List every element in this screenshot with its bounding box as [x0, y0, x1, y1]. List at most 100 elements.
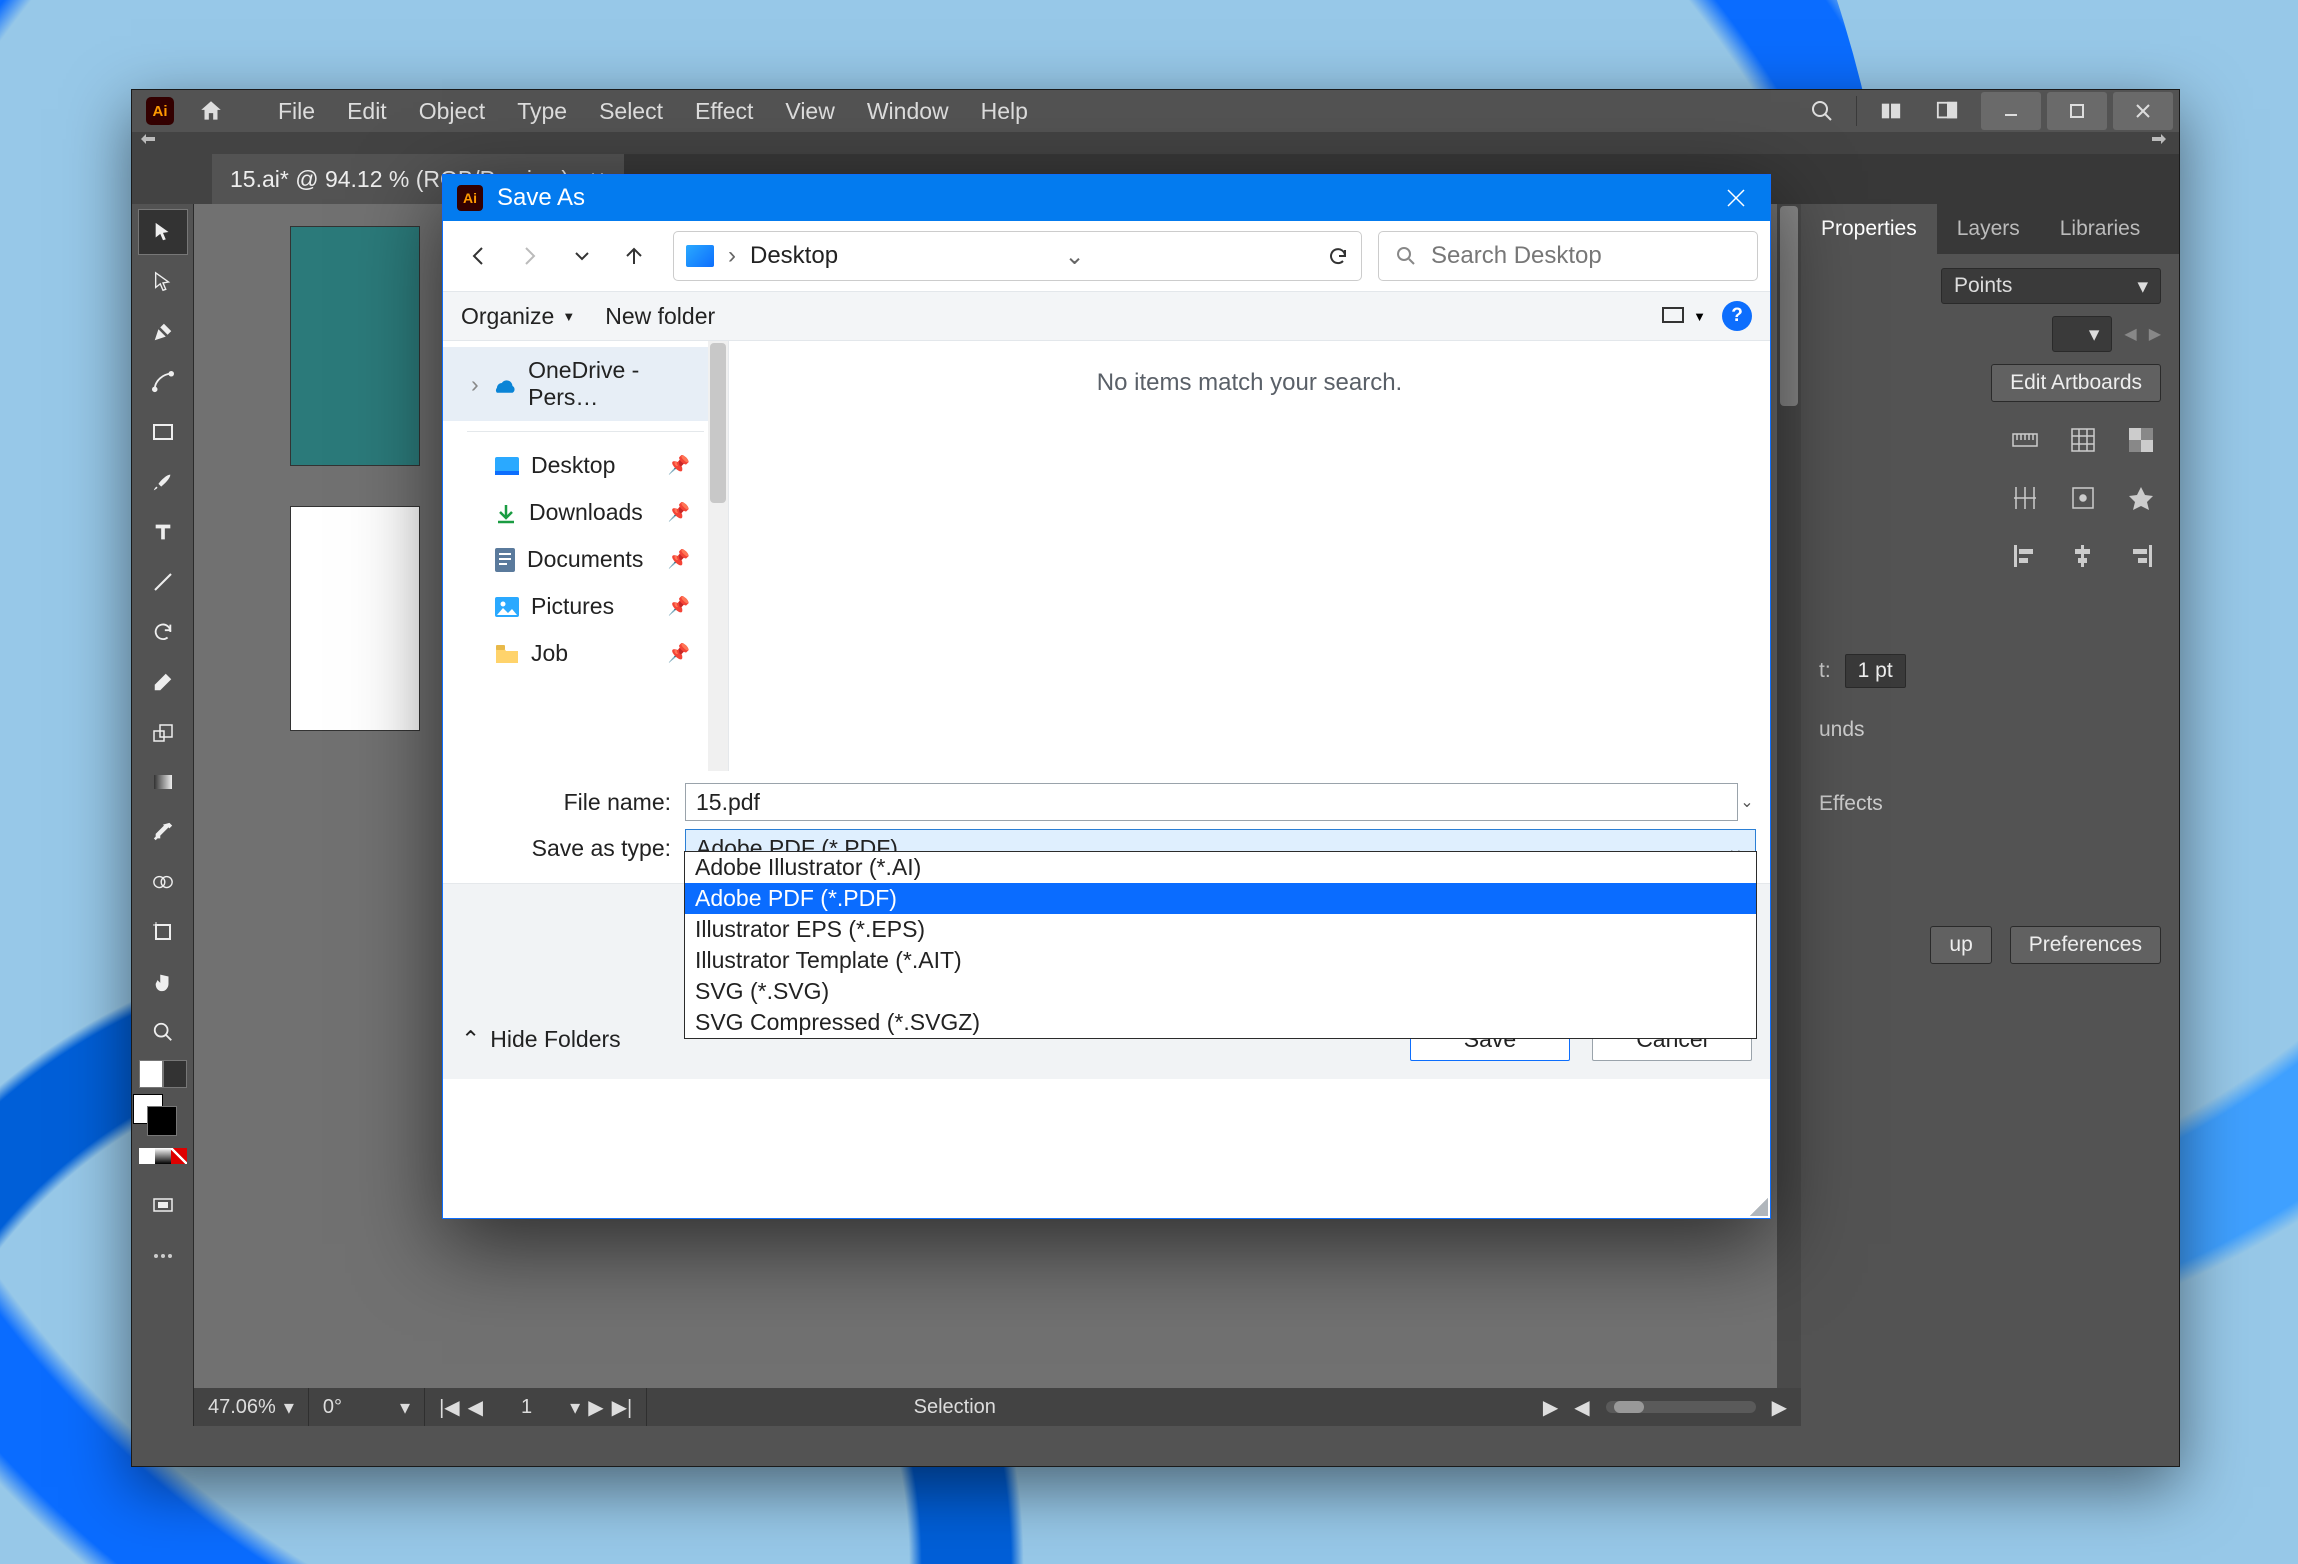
type-tool-icon[interactable]: [139, 510, 187, 554]
selection-tool-icon[interactable]: [139, 210, 187, 254]
edit-artboards-button[interactable]: Edit Artboards: [1991, 364, 2161, 402]
expand-right-icon[interactable]: [2151, 133, 2171, 153]
gradient-tool-icon[interactable]: [139, 760, 187, 804]
grid-icon[interactable]: [2063, 420, 2103, 460]
snap-to-pixel-icon[interactable]: [2063, 478, 2103, 518]
pin-icon[interactable]: 📌: [668, 643, 712, 664]
tree-scrollbar[interactable]: [708, 341, 728, 771]
artboard-tool-icon[interactable]: [139, 910, 187, 954]
tree-downloads[interactable]: Downloads📌: [443, 489, 728, 536]
scale-value-input[interactable]: 1 pt: [1845, 654, 1906, 688]
line-segment-tool-icon[interactable]: [139, 560, 187, 604]
edit-toolbar-icon[interactable]: [139, 1234, 187, 1278]
zoom-level[interactable]: 47.06%▾: [194, 1388, 309, 1426]
document-setup-button[interactable]: up: [1930, 926, 1991, 964]
minimize-button[interactable]: [1981, 92, 2041, 130]
menu-help[interactable]: Help: [965, 90, 1044, 133]
menu-type[interactable]: Type: [501, 90, 583, 133]
nav-up-icon[interactable]: [611, 233, 657, 279]
address-dropdown-icon[interactable]: ⌄: [1064, 242, 1084, 271]
nav-forward-icon[interactable]: [507, 233, 553, 279]
hide-folders-toggle[interactable]: ⌃Hide Folders: [461, 1026, 621, 1053]
artboard-nav[interactable]: |◀◀1▾▶▶|: [425, 1388, 647, 1426]
breadcrumb-location[interactable]: Desktop: [750, 242, 838, 270]
preferences-button[interactable]: Preferences: [2010, 926, 2161, 964]
fill-stroke-swatch[interactable]: [139, 1094, 187, 1138]
tree-onedrive[interactable]: › OneDrive - Pers…: [443, 347, 728, 421]
menu-object[interactable]: Object: [403, 90, 501, 133]
type-option-ait[interactable]: Illustrator Template (*.AIT): [685, 945, 1756, 976]
screen-mode-icon[interactable]: [139, 1060, 187, 1088]
new-folder-button[interactable]: New folder: [605, 303, 715, 330]
eyedropper-tool-icon[interactable]: [139, 810, 187, 854]
direct-selection-tool-icon[interactable]: [139, 260, 187, 304]
units-dropdown[interactable]: Points▾: [1941, 268, 2161, 304]
hand-tool-icon[interactable]: [139, 960, 187, 1004]
nav-back-icon[interactable]: [455, 233, 501, 279]
resize-grip-icon[interactable]: [1750, 1198, 1768, 1216]
dialog-close-button[interactable]: [1716, 178, 1756, 218]
type-option-svg[interactable]: SVG (*.SVG): [685, 976, 1756, 1007]
menu-edit[interactable]: Edit: [331, 90, 403, 133]
search-input[interactable]: Search Desktop: [1378, 231, 1758, 281]
snap-to-point-icon[interactable]: [2121, 478, 2161, 518]
artboard-picker[interactable]: ▾: [2052, 316, 2112, 352]
snap-to-grid-icon[interactable]: [2005, 478, 2045, 518]
vertical-scrollbar[interactable]: [1777, 204, 1801, 1388]
help-icon[interactable]: ?: [1722, 301, 1752, 331]
tree-desktop[interactable]: Desktop📌: [443, 442, 728, 489]
paintbrush-tool-icon[interactable]: [139, 460, 187, 504]
type-option-pdf[interactable]: Adobe PDF (*.PDF): [685, 883, 1756, 914]
tab-layers[interactable]: Layers: [1937, 204, 2040, 254]
align-left-icon[interactable]: [2005, 536, 2045, 576]
close-button[interactable]: [2113, 92, 2173, 130]
transparency-grid-icon[interactable]: [2121, 420, 2161, 460]
expand-left-icon[interactable]: [140, 133, 160, 153]
pin-icon[interactable]: 📌: [668, 596, 712, 617]
view-mode-icon[interactable]: ▼: [1661, 306, 1706, 326]
menu-effect[interactable]: Effect: [679, 90, 769, 133]
tree-job[interactable]: Job📌: [443, 630, 728, 677]
maximize-button[interactable]: [2047, 92, 2107, 130]
type-option-svgz[interactable]: SVG Compressed (*.SVGZ): [685, 1007, 1756, 1038]
curvature-tool-icon[interactable]: [139, 360, 187, 404]
pen-tool-icon[interactable]: [139, 310, 187, 354]
arrange-documents-icon[interactable]: [1863, 90, 1919, 132]
menu-view[interactable]: View: [769, 90, 850, 133]
pin-icon[interactable]: 📌: [668, 502, 712, 523]
home-icon[interactable]: [196, 96, 226, 126]
pin-icon[interactable]: 📌: [668, 549, 712, 570]
rotate-tool-icon[interactable]: [139, 610, 187, 654]
type-option-ai[interactable]: Adobe Illustrator (*.AI): [685, 852, 1756, 883]
tree-pictures[interactable]: Pictures📌: [443, 583, 728, 630]
illustrator-window: Ai File Edit Object Type Select Effect V…: [131, 89, 2180, 1467]
menu-select[interactable]: Select: [583, 90, 679, 133]
color-mode-row[interactable]: [139, 1148, 187, 1164]
nav-recent-icon[interactable]: [559, 233, 605, 279]
refresh-icon[interactable]: [1327, 245, 1349, 267]
file-name-dropdown-icon[interactable]: ⌄: [1738, 792, 1756, 812]
type-option-eps[interactable]: Illustrator EPS (*.EPS): [685, 914, 1756, 945]
tab-properties[interactable]: Properties: [1801, 204, 1937, 254]
pin-icon[interactable]: 📌: [668, 455, 712, 476]
scale-tool-icon[interactable]: [139, 710, 187, 754]
ruler-icon[interactable]: [2005, 420, 2045, 460]
tab-libraries[interactable]: Libraries: [2040, 204, 2161, 254]
draw-mode-icon[interactable]: [139, 1184, 187, 1228]
menu-file[interactable]: File: [262, 90, 331, 133]
eraser-tool-icon[interactable]: [139, 660, 187, 704]
search-icon[interactable]: [1794, 90, 1850, 132]
shape-builder-tool-icon[interactable]: [139, 860, 187, 904]
menu-window[interactable]: Window: [851, 90, 965, 133]
organize-menu[interactable]: Organize▼: [461, 303, 575, 330]
align-center-icon[interactable]: [2063, 536, 2103, 576]
horizontal-scrollbar[interactable]: ▶◀▶: [1529, 1388, 1801, 1426]
align-right-icon[interactable]: [2121, 536, 2161, 576]
rectangle-tool-icon[interactable]: [139, 410, 187, 454]
zoom-tool-icon[interactable]: [139, 1010, 187, 1054]
address-bar[interactable]: › Desktop ⌄: [673, 231, 1362, 281]
file-name-input[interactable]: [685, 783, 1738, 821]
rotate-view[interactable]: 0°▾: [309, 1388, 425, 1426]
tree-documents[interactable]: Documents📌: [443, 536, 728, 583]
workspace-switcher-icon[interactable]: [1919, 90, 1975, 132]
